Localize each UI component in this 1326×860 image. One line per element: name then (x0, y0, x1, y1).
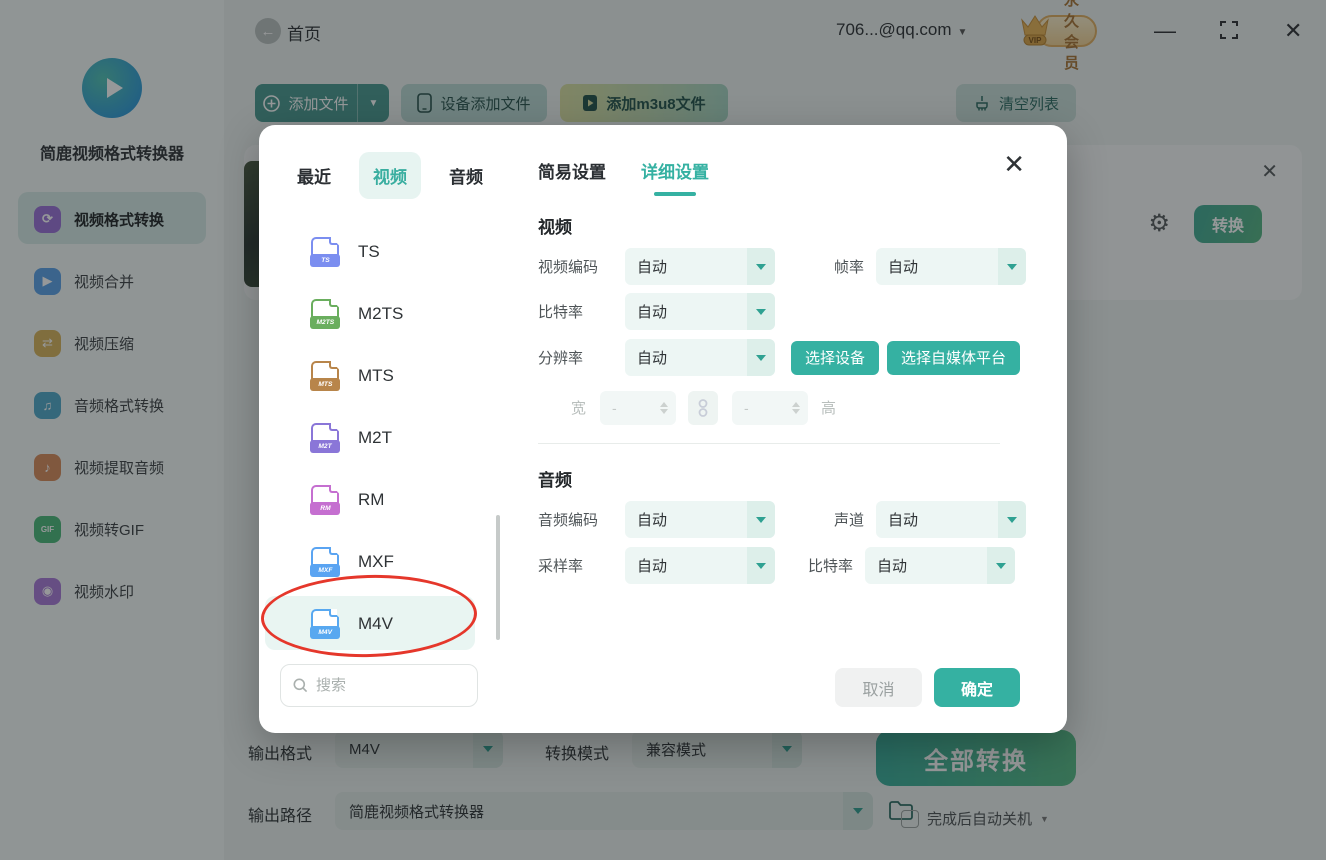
channel-label: 声道 (834, 512, 865, 529)
audio-section-title: 音频 (538, 471, 572, 490)
resolution-label: 分辨率 (538, 350, 584, 367)
section-divider (538, 443, 1000, 444)
format-category-tabs: 最近 视频 音频 (283, 152, 497, 199)
video-section-title: 视频 (538, 218, 572, 237)
close-dialog-icon[interactable]: ✕ (1003, 149, 1025, 180)
select-media-platform-button[interactable]: 选择自媒体平台 (887, 340, 1021, 375)
audio-bitrate-label: 比特率 (808, 558, 854, 575)
height-label: 高 (821, 400, 837, 417)
tab-video[interactable]: 视频 (359, 152, 421, 199)
rm-file-icon: RM (310, 485, 340, 515)
search-icon (293, 678, 308, 693)
tab-detailed-settings[interactable]: 详细设置 (641, 158, 709, 193)
ts-file-icon: TS (310, 237, 340, 267)
fps-label: 帧率 (834, 259, 865, 276)
format-item-mts[interactable]: MTS MTS (259, 345, 500, 407)
video-codec-label: 视频编码 (538, 259, 599, 276)
format-settings-dialog: 最近 视频 音频 TS TS M2TS M2TS MTS MTS M2T M2T… (259, 125, 1067, 733)
mxf-file-icon: MXF (310, 547, 340, 577)
video-bitrate-label: 比特率 (538, 304, 584, 321)
audio-codec-label: 音频编码 (538, 512, 599, 529)
tab-simple-settings[interactable]: 简易设置 (538, 158, 606, 193)
mts-file-icon: MTS (310, 361, 340, 391)
sample-rate-select[interactable]: 自动 (625, 547, 775, 584)
confirm-button[interactable]: 确定 (934, 668, 1020, 707)
tab-recent[interactable]: 最近 (283, 152, 345, 199)
channel-select[interactable]: 自动 (876, 501, 1027, 538)
resolution-select[interactable]: 自动 (625, 339, 775, 376)
height-stepper[interactable]: - (732, 390, 809, 425)
format-search[interactable] (280, 664, 478, 707)
width-label: 宽 (571, 400, 587, 417)
format-item-ts[interactable]: TS TS (259, 221, 500, 283)
cancel-button[interactable]: 取消 (835, 668, 922, 707)
link-aspect-icon[interactable] (688, 390, 719, 425)
select-device-button[interactable]: 选择设备 (791, 340, 880, 375)
audio-codec-select[interactable]: 自动 (625, 501, 775, 538)
video-bitrate-select[interactable]: 自动 (625, 293, 775, 330)
sample-rate-label: 采样率 (538, 558, 584, 575)
fps-select[interactable]: 自动 (876, 248, 1027, 285)
format-item-m2ts[interactable]: M2TS M2TS (259, 283, 500, 345)
format-item-rm[interactable]: RM RM (259, 469, 500, 531)
m2t-file-icon: M2T (310, 423, 340, 453)
settings-panel: 简易设置 详细设置 ✕ 视频 视频编码 自动 帧率 自动 比特率 自动 分辨率 … (500, 125, 1067, 733)
audio-bitrate-select[interactable]: 自动 (865, 547, 1016, 584)
m2ts-file-icon: M2TS (310, 299, 340, 329)
width-stepper[interactable]: - (600, 390, 677, 425)
search-input[interactable] (316, 677, 446, 694)
video-codec-select[interactable]: 自动 (625, 248, 775, 285)
tab-audio[interactable]: 音频 (435, 152, 497, 199)
format-item-m2t[interactable]: M2T M2T (259, 407, 500, 469)
